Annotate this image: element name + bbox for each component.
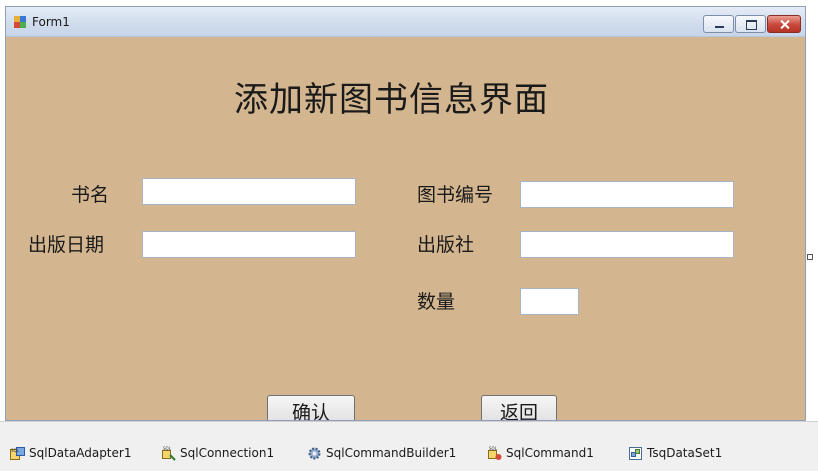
form-client-area: 添加新图书信息界面 书名 图书编号 出版日期 出版社 数量 确认 返回 [6,37,805,420]
tray-item-label: SqlCommand1 [506,446,594,460]
component-tray: SQL SqlDataAdapter1 SQL SqlConnection1 S… [0,421,818,471]
sql-command-icon: SQL [488,446,502,460]
tray-item-sql-connection[interactable]: SQL SqlConnection1 [161,444,274,462]
book-id-input[interactable] [520,181,734,208]
book-name-label: 书名 [71,184,110,206]
svg-text:SQL: SQL [489,446,498,451]
quantity-input[interactable] [520,288,579,315]
minimize-icon[interactable] [703,15,734,33]
book-name-input[interactable] [142,178,356,205]
quantity-label: 数量 [417,291,456,313]
tray-item-dataset[interactable]: TsqDataSet1 [628,444,722,462]
svg-text:SQL: SQL [163,446,172,451]
form-window[interactable]: Form1 添加新图书信息界面 书名 图书编号 出版日期 出版社 数量 确认 返… [5,6,806,421]
publisher-label: 出版社 [417,234,475,256]
resize-handle[interactable] [807,254,813,260]
window-title: Form1 [32,15,70,29]
tray-item-label: TsqDataSet1 [647,446,723,460]
tray-item-sql-data-adapter[interactable]: SQL SqlDataAdapter1 [10,444,131,462]
page-title: 添加新图书信息界面 [234,80,549,120]
tray-item-label: SqlDataAdapter1 [29,446,132,460]
tray-item-label: SqlConnection1 [180,446,275,460]
svg-text:SQL: SQL [11,448,20,453]
sql-data-adapter-icon: SQL [10,446,25,460]
tray-item-sql-command-builder[interactable]: SqlCommandBuilder1 [307,444,456,462]
tray-item-label: SqlCommandBuilder1 [326,446,457,460]
confirm-button[interactable]: 确认 [267,395,355,420]
book-id-label: 图书编号 [417,184,494,206]
maximize-icon[interactable] [735,15,766,33]
dataset-icon [629,446,642,460]
publish-date-label: 出版日期 [28,234,105,256]
title-bar[interactable]: Form1 [6,7,805,37]
publisher-input[interactable] [520,231,734,258]
publish-date-input[interactable] [142,231,356,258]
sql-connection-icon: SQL [162,446,176,461]
form-icon [14,16,26,28]
close-icon[interactable] [767,15,801,33]
back-button[interactable]: 返回 [481,395,557,420]
gear-icon [308,447,321,459]
tray-item-sql-command[interactable]: SQL SqlCommand1 [487,444,594,462]
